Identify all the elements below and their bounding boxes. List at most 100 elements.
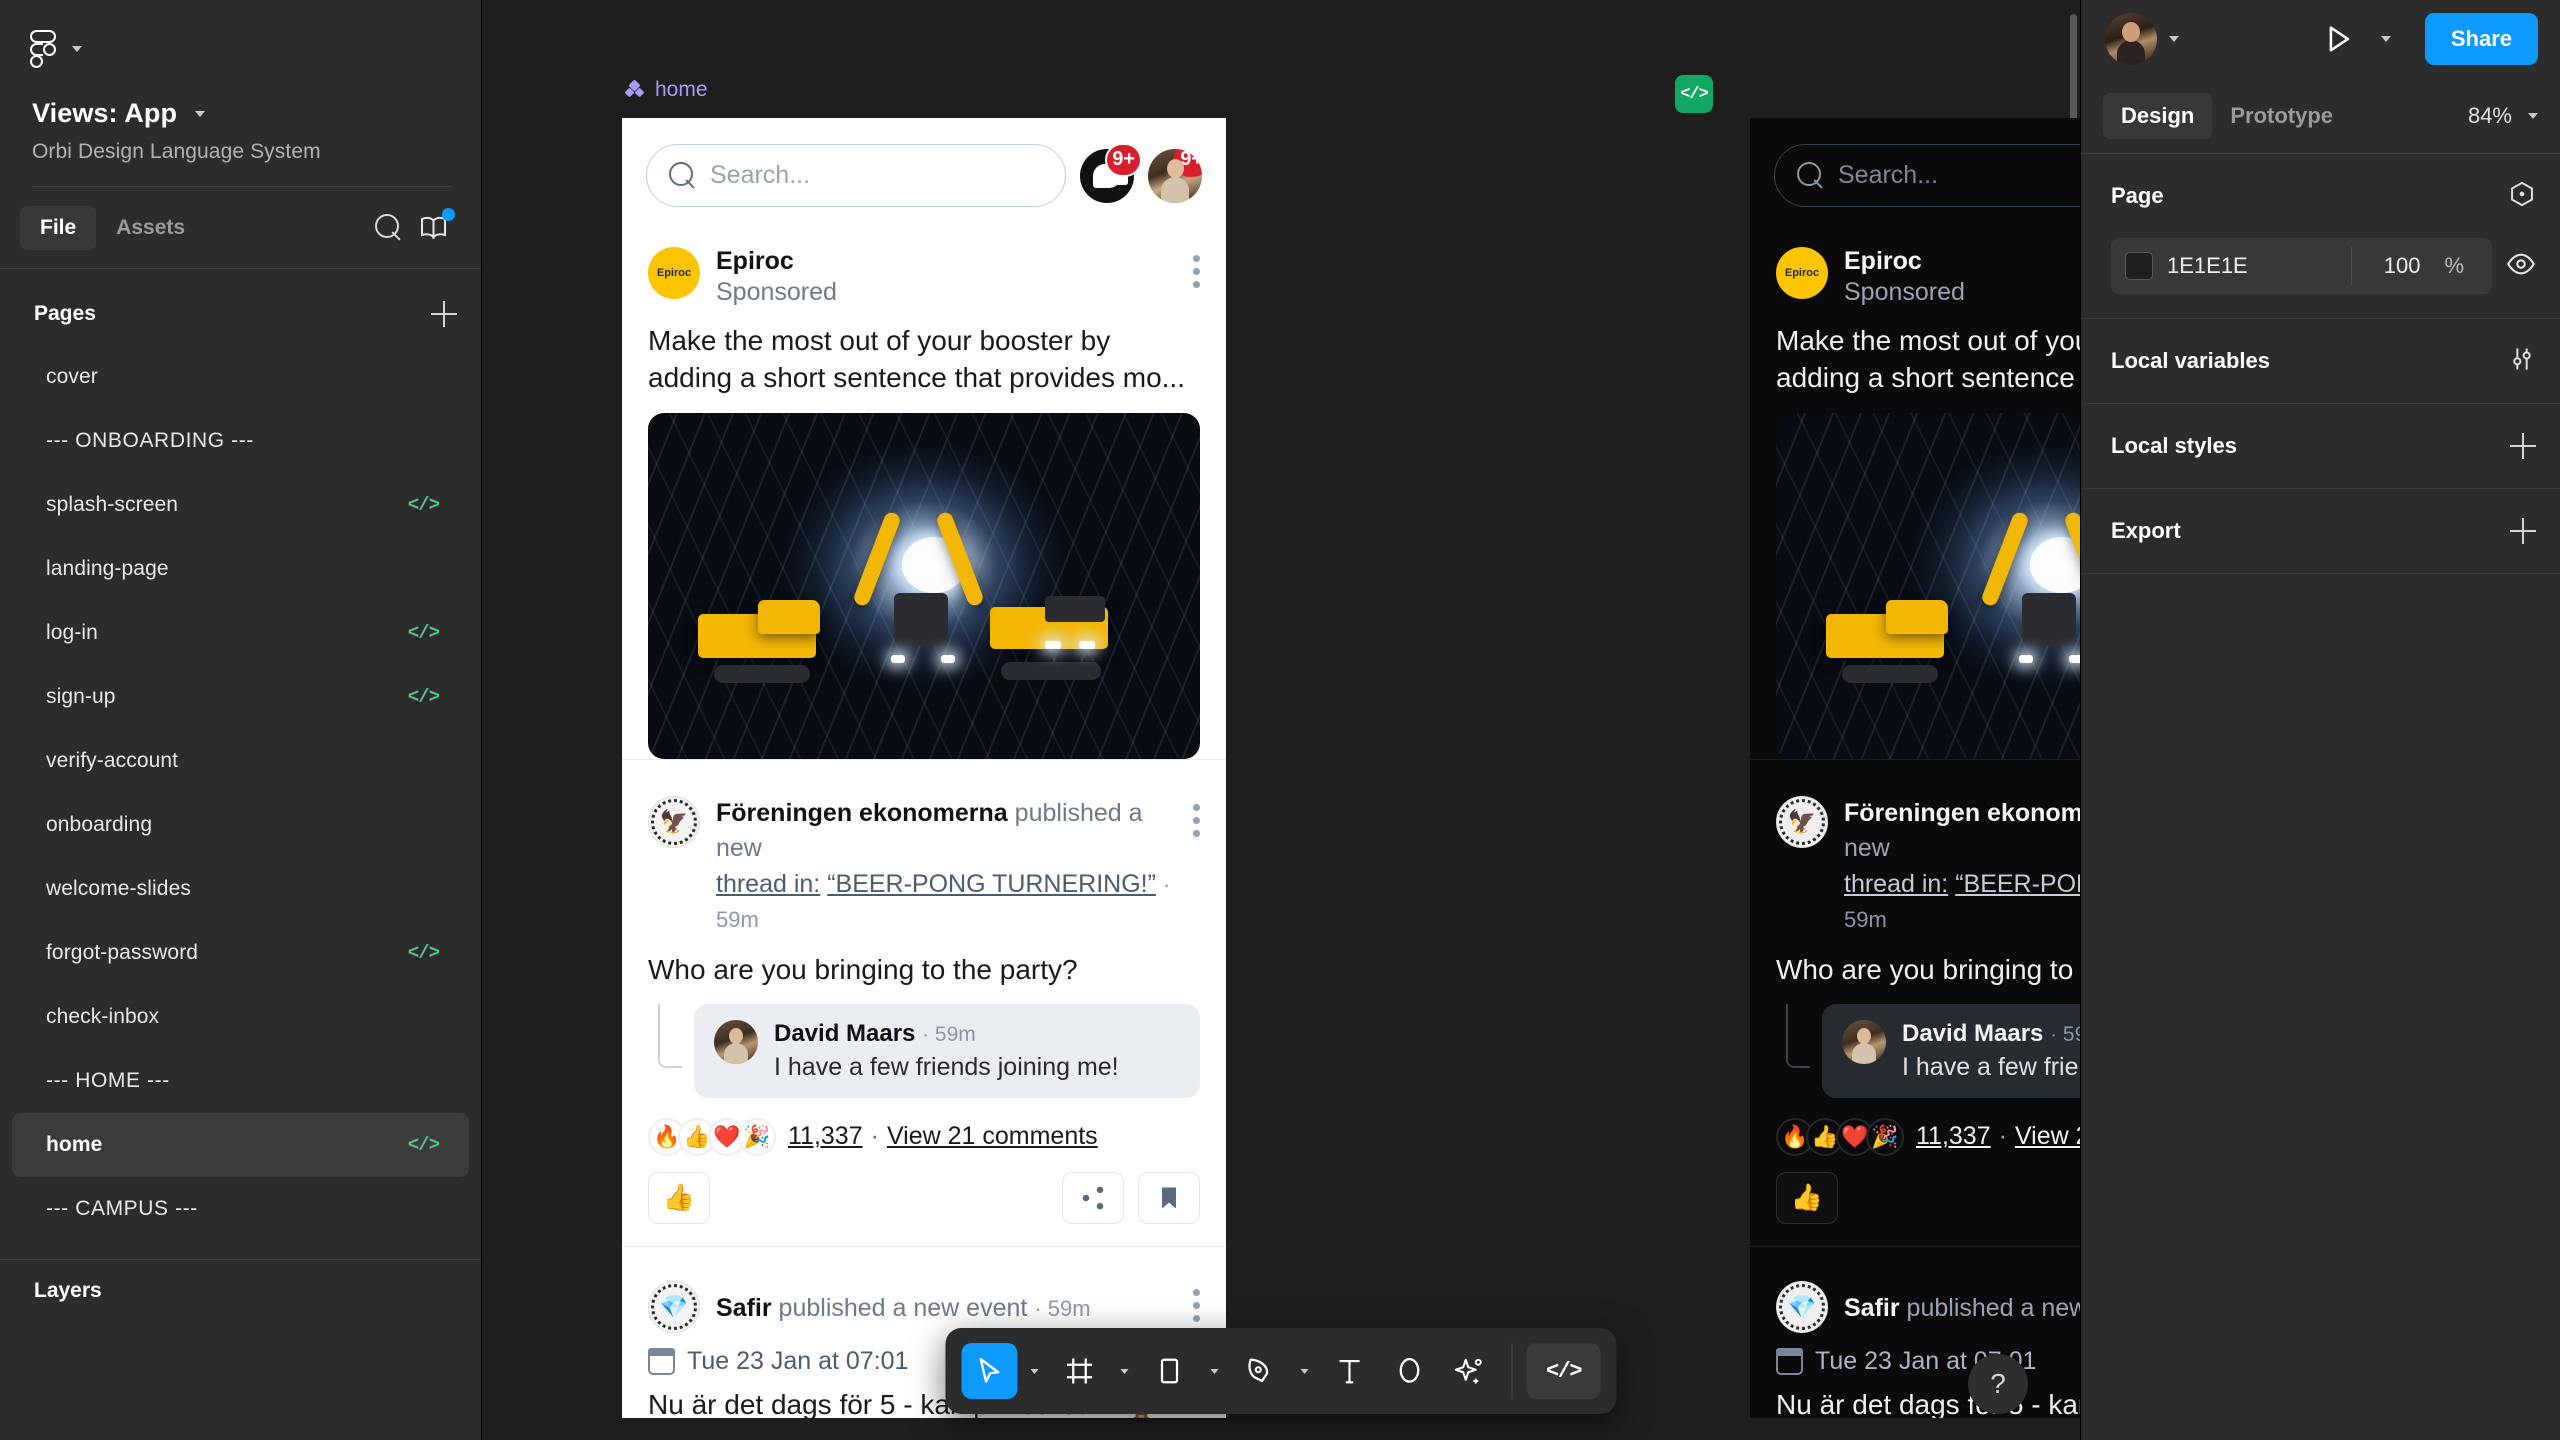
page-item-log-in[interactable]: log-in </> bbox=[12, 601, 469, 665]
thread-name[interactable]: “BEER-PONG TURNERING!” bbox=[827, 870, 1156, 898]
page-item-splash-screen[interactable]: splash-screen </> bbox=[12, 473, 469, 537]
page-fill-opacity[interactable]: 100 bbox=[2366, 253, 2421, 279]
section-local-variables[interactable]: Local variables bbox=[2081, 319, 2560, 404]
page-fill-field[interactable]: 1E1E1E 100 % bbox=[2111, 238, 2492, 294]
phone-frame-light[interactable]: Search... 9+ 9+ Epiroc Epiroc Sponsored … bbox=[622, 118, 1226, 1418]
reaction-count[interactable]: 11,337 bbox=[788, 1122, 863, 1151]
thread-reply[interactable]: David Maars · 59m I have a few friends j… bbox=[1822, 1003, 2080, 1098]
tool-text-icon[interactable] bbox=[1322, 1343, 1378, 1399]
tab-prototype[interactable]: Prototype bbox=[2212, 93, 2351, 139]
post-event[interactable]: 💎 Safir published a new event · 59m Tue … bbox=[1750, 1245, 2080, 1418]
present-button[interactable] bbox=[2321, 22, 2355, 56]
search-icon[interactable] bbox=[365, 205, 411, 251]
canvas-scrollbar[interactable] bbox=[2070, 14, 2077, 124]
tool-frame-chevron-icon[interactable] bbox=[1112, 1343, 1138, 1399]
page-item-onboarding[interactable]: onboarding bbox=[12, 793, 469, 857]
page-item-sign-up[interactable]: sign-up </> bbox=[12, 665, 469, 729]
tool-rectangle-chevron-icon[interactable] bbox=[1202, 1343, 1228, 1399]
help-button[interactable]: ? bbox=[1968, 1354, 2028, 1414]
post-sponsored-ad[interactable]: Epiroc Epiroc Sponsored Make the most ou… bbox=[622, 223, 1226, 759]
page-item-home[interactable]: home </> bbox=[12, 1113, 469, 1177]
like-button[interactable]: 👍 bbox=[648, 1171, 710, 1224]
tool-pen-chevron-icon[interactable] bbox=[1292, 1343, 1318, 1399]
tool-pen-icon[interactable] bbox=[1232, 1343, 1288, 1399]
tab-assets[interactable]: Assets bbox=[96, 206, 205, 250]
bookmark-button[interactable] bbox=[1138, 1171, 1200, 1224]
dev-mode-code-icon[interactable]: </> bbox=[408, 942, 440, 964]
page-item-verify-account[interactable]: verify-account bbox=[12, 729, 469, 793]
page-settings-icon[interactable] bbox=[2508, 180, 2536, 213]
tool-rectangle-icon[interactable] bbox=[1142, 1343, 1198, 1399]
resources-book-icon[interactable] bbox=[411, 205, 457, 251]
tab-file[interactable]: File bbox=[20, 205, 97, 250]
view-comments-link[interactable]: View 21 comments bbox=[887, 1122, 1098, 1151]
thread-action2[interactable]: thread in: bbox=[716, 870, 820, 898]
thread-more-options-icon[interactable] bbox=[1192, 796, 1200, 837]
tool-move-cursor-icon[interactable] bbox=[961, 1343, 1018, 1399]
thread-action2[interactable]: thread in: bbox=[1844, 870, 1948, 898]
page-item-welcome-slides[interactable]: welcome-slides bbox=[12, 857, 469, 921]
tool-move-chevron-icon[interactable] bbox=[1022, 1343, 1048, 1399]
tool-comment-icon[interactable] bbox=[1382, 1343, 1438, 1399]
frame-dev-mode-badge[interactable]: </> bbox=[1675, 75, 1713, 113]
ad-image-mining-tunnel[interactable] bbox=[648, 412, 1200, 759]
add-local-style-button[interactable] bbox=[2510, 433, 2536, 459]
design-canvas[interactable]: home </> Search... 9+ 9+ Epiroc Epiroc S… bbox=[482, 0, 2080, 1440]
page-fill-hex[interactable]: 1E1E1E bbox=[2167, 253, 2337, 279]
present-options-chevron-icon[interactable] bbox=[2380, 36, 2391, 42]
zoom-level[interactable]: 84% bbox=[2468, 103, 2512, 129]
avatar[interactable] bbox=[2105, 13, 2157, 65]
chevron-down-icon[interactable] bbox=[2169, 36, 2179, 42]
dev-mode-toggle[interactable]: </> bbox=[1526, 1343, 1601, 1399]
profile-avatar[interactable]: 9+ bbox=[1148, 148, 1202, 203]
section-local-styles[interactable]: Local styles bbox=[2081, 404, 2560, 489]
page-item-onboarding[interactable]: --- ONBOARDING --- bbox=[12, 409, 469, 473]
post-thread[interactable]: 🦅 Föreningen ekonomerna published a new … bbox=[622, 758, 1226, 1246]
search-input[interactable]: Search... bbox=[1774, 144, 2080, 207]
phone-frame-dark[interactable]: Search... 9+ 9+ Epiroc Epiroc Sponsored … bbox=[1750, 118, 2080, 1418]
variables-icon[interactable] bbox=[2508, 345, 2536, 378]
page-item-check-inbox[interactable]: check-inbox bbox=[12, 985, 469, 1049]
search-input[interactable]: Search... bbox=[646, 144, 1066, 207]
toolbar-divider bbox=[1511, 1343, 1513, 1399]
dev-mode-code-icon[interactable]: </> bbox=[408, 686, 440, 708]
thread-reply[interactable]: David Maars · 59m I have a few friends j… bbox=[694, 1003, 1200, 1098]
section-export[interactable]: Export bbox=[2081, 489, 2560, 574]
page-item-home[interactable]: --- HOME --- bbox=[12, 1049, 469, 1113]
reaction-party-icon[interactable]: 🎉 bbox=[1866, 1117, 1904, 1156]
post-sponsored-ad[interactable]: Epiroc Epiroc Sponsored Make the most ou… bbox=[1750, 223, 2080, 759]
thread-name[interactable]: “BEER-PONG TURNERING!” bbox=[1955, 870, 2080, 898]
page-item-forgot-password[interactable]: forgot-password </> bbox=[12, 921, 469, 985]
post-more-options-icon[interactable] bbox=[1192, 247, 1200, 288]
tool-actions-icon[interactable] bbox=[1442, 1343, 1498, 1399]
chevron-down-icon[interactable] bbox=[72, 46, 82, 52]
like-button[interactable]: 👍 bbox=[1776, 1171, 1838, 1224]
page-item-cover[interactable]: cover bbox=[12, 345, 469, 409]
tab-design[interactable]: Design bbox=[2103, 92, 2213, 139]
figma-logo-icon[interactable] bbox=[30, 30, 56, 68]
figma-menu-row[interactable] bbox=[0, 0, 481, 98]
add-page-button[interactable] bbox=[431, 301, 457, 327]
reaction-party-icon[interactable]: 🎉 bbox=[738, 1117, 776, 1156]
dev-mode-code-icon[interactable]: </> bbox=[408, 494, 440, 516]
frame-label-home[interactable]: home bbox=[624, 78, 708, 102]
page-item-landing-page[interactable]: landing-page bbox=[12, 537, 469, 601]
event-more-options-icon[interactable] bbox=[1192, 1281, 1200, 1322]
post-thread[interactable]: 🦅 Föreningen ekonomerna published a new … bbox=[1750, 758, 2080, 1246]
ad-image-mining-tunnel[interactable] bbox=[1776, 412, 2080, 759]
chevron-down-icon[interactable] bbox=[195, 110, 206, 117]
dev-mode-code-icon[interactable]: </> bbox=[408, 1134, 440, 1156]
page-item-campus[interactable]: --- CAMPUS --- bbox=[12, 1177, 469, 1241]
view-comments-link[interactable]: View 21 comments bbox=[2015, 1122, 2080, 1151]
zoom-chevron-icon[interactable] bbox=[2528, 112, 2538, 119]
reaction-count[interactable]: 11,337 bbox=[1916, 1122, 1991, 1151]
share-button[interactable]: Share bbox=[2424, 13, 2538, 65]
add-export-button[interactable] bbox=[2510, 518, 2536, 544]
file-title[interactable]: Views: App bbox=[32, 98, 177, 129]
color-swatch[interactable] bbox=[2125, 252, 2153, 280]
visibility-toggle-eye-icon[interactable] bbox=[2506, 249, 2536, 284]
share-post-button[interactable] bbox=[1062, 1171, 1124, 1224]
messages-button[interactable]: 9+ bbox=[1080, 142, 1142, 203]
dev-mode-code-icon[interactable]: </> bbox=[408, 622, 440, 644]
tool-frame-icon[interactable] bbox=[1052, 1343, 1108, 1399]
